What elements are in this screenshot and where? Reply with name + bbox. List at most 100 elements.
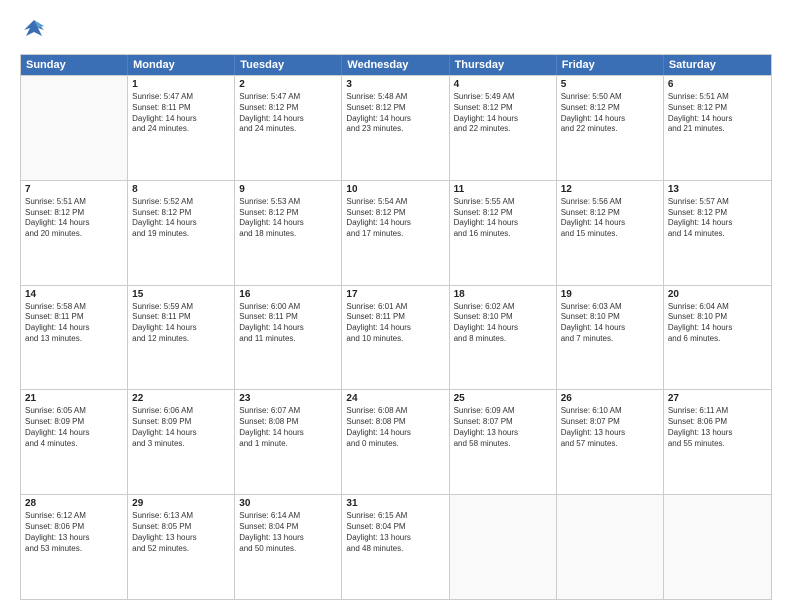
day-number: 6 [668,79,767,90]
cell-content: Sunrise: 5:51 AMSunset: 8:12 PMDaylight:… [668,92,767,135]
day-number: 4 [454,79,552,90]
day-cell-20: 20 Sunrise: 6:04 AMSunset: 8:10 PMDayligh… [664,286,771,390]
day-cell-9: 9Sunrise: 5:53 AMSunset: 8:12 PMDaylight… [235,181,342,285]
empty-cell [450,495,557,599]
cell-content: Sunrise: 6:10 AMSunset: 8:07 PMDaylight:… [561,406,659,449]
day-cell-18: 18 Sunrise: 6:02 AMSunset: 8:10 PMDayligh… [450,286,557,390]
day-number: 17 [346,289,444,300]
cell-content: Sunrise: 5:54 AMSunset: 8:12 PMDaylight:… [346,197,444,240]
day-cell-15: 15 Sunrise: 5:59 AMSunset: 8:11 PMDayligh… [128,286,235,390]
day-cell-23: 23 Sunrise: 6:07 AMSunset: 8:08 PMDayligh… [235,390,342,494]
day-cell-22: 22Sunrise: 6:06 AMSunset: 8:09 PMDayligh… [128,390,235,494]
week-row-4: 28 Sunrise: 6:12 AMSunset: 8:06 PMDayligh… [21,494,771,599]
day-number: 28 [25,498,123,509]
day-cell-28: 28 Sunrise: 6:12 AMSunset: 8:06 PMDayligh… [21,495,128,599]
cell-content: Sunrise: 6:11 AMSunset: 8:06 PMDaylight:… [668,406,767,449]
header-day-friday: Friday [557,55,664,75]
day-cell-2: 2Sunrise: 5:47 AMSunset: 8:12 PMDaylight… [235,76,342,180]
day-number: 20 [668,289,767,300]
day-cell-10: 10 Sunrise: 5:54 AMSunset: 8:12 PMDayligh… [342,181,449,285]
cell-content: Sunrise: 6:14 AMSunset: 8:04 PMDaylight:… [239,511,337,554]
day-number: 13 [668,184,767,195]
day-number: 31 [346,498,444,509]
day-number: 19 [561,289,659,300]
day-cell-1: 1Sunrise: 5:47 AMSunset: 8:11 PMDaylight… [128,76,235,180]
cell-content: Sunrise: 5:49 AMSunset: 8:12 PMDaylight:… [454,92,552,135]
cell-content: Sunrise: 5:58 AMSunset: 8:11 PMDaylight:… [25,302,123,345]
week-row-3: 21 Sunrise: 6:05 AMSunset: 8:09 PMDayligh… [21,389,771,494]
cell-content: Sunrise: 5:59 AMSunset: 8:11 PMDaylight:… [132,302,230,345]
day-number: 24 [346,393,444,404]
day-cell-21: 21 Sunrise: 6:05 AMSunset: 8:09 PMDayligh… [21,390,128,494]
day-number: 3 [346,79,444,90]
logo-icon [20,16,48,44]
week-row-2: 14 Sunrise: 5:58 AMSunset: 8:11 PMDayligh… [21,285,771,390]
cell-content: Sunrise: 5:47 AMSunset: 8:12 PMDaylight:… [239,92,337,135]
day-number: 10 [346,184,444,195]
day-number: 25 [454,393,552,404]
day-number: 16 [239,289,337,300]
day-number: 15 [132,289,230,300]
day-number: 5 [561,79,659,90]
header [20,16,772,44]
day-cell-6: 6 Sunrise: 5:51 AMSunset: 8:12 PMDaylight… [664,76,771,180]
cell-content: Sunrise: 6:02 AMSunset: 8:10 PMDaylight:… [454,302,552,345]
cell-content: Sunrise: 6:15 AMSunset: 8:04 PMDaylight:… [346,511,444,554]
cell-content: Sunrise: 5:55 AMSunset: 8:12 PMDaylight:… [454,197,552,240]
day-number: 27 [668,393,767,404]
calendar: SundayMondayTuesdayWednesdayThursdayFrid… [20,54,772,600]
calendar-body: 1Sunrise: 5:47 AMSunset: 8:11 PMDaylight… [21,75,771,599]
day-number: 1 [132,79,230,90]
day-cell-25: 25Sunrise: 6:09 AMSunset: 8:07 PMDayligh… [450,390,557,494]
cell-content: Sunrise: 5:48 AMSunset: 8:12 PMDaylight:… [346,92,444,135]
cell-content: Sunrise: 6:12 AMSunset: 8:06 PMDaylight:… [25,511,123,554]
cell-content: Sunrise: 6:04 AMSunset: 8:10 PMDaylight:… [668,302,767,345]
day-number: 12 [561,184,659,195]
day-cell-19: 19 Sunrise: 6:03 AMSunset: 8:10 PMDayligh… [557,286,664,390]
calendar-header: SundayMondayTuesdayWednesdayThursdayFrid… [21,55,771,75]
day-number: 29 [132,498,230,509]
day-cell-16: 16 Sunrise: 6:00 AMSunset: 8:11 PMDayligh… [235,286,342,390]
empty-cell [21,76,128,180]
day-number: 22 [132,393,230,404]
day-cell-3: 3 Sunrise: 5:48 AMSunset: 8:12 PMDaylight… [342,76,449,180]
day-number: 14 [25,289,123,300]
day-number: 23 [239,393,337,404]
cell-content: Sunrise: 6:00 AMSunset: 8:11 PMDaylight:… [239,302,337,345]
header-day-saturday: Saturday [664,55,771,75]
cell-content: Sunrise: 6:07 AMSunset: 8:08 PMDaylight:… [239,406,337,449]
day-number: 11 [454,184,552,195]
day-number: 18 [454,289,552,300]
cell-content: Sunrise: 6:13 AMSunset: 8:05 PMDaylight:… [132,511,230,554]
week-row-0: 1Sunrise: 5:47 AMSunset: 8:11 PMDaylight… [21,75,771,180]
cell-content: Sunrise: 6:05 AMSunset: 8:09 PMDaylight:… [25,406,123,449]
empty-cell [664,495,771,599]
cell-content: Sunrise: 6:08 AMSunset: 8:08 PMDaylight:… [346,406,444,449]
day-number: 8 [132,184,230,195]
logo [20,16,52,44]
cell-content: Sunrise: 6:01 AMSunset: 8:11 PMDaylight:… [346,302,444,345]
day-number: 30 [239,498,337,509]
cell-content: Sunrise: 5:51 AMSunset: 8:12 PMDaylight:… [25,197,123,240]
day-cell-31: 31 Sunrise: 6:15 AMSunset: 8:04 PMDayligh… [342,495,449,599]
day-number: 26 [561,393,659,404]
day-cell-24: 24 Sunrise: 6:08 AMSunset: 8:08 PMDayligh… [342,390,449,494]
day-number: 21 [25,393,123,404]
cell-content: Sunrise: 6:03 AMSunset: 8:10 PMDaylight:… [561,302,659,345]
day-cell-4: 4 Sunrise: 5:49 AMSunset: 8:12 PMDaylight… [450,76,557,180]
day-cell-17: 17 Sunrise: 6:01 AMSunset: 8:11 PMDayligh… [342,286,449,390]
cell-content: Sunrise: 5:57 AMSunset: 8:12 PMDaylight:… [668,197,767,240]
cell-content: Sunrise: 5:50 AMSunset: 8:12 PMDaylight:… [561,92,659,135]
header-day-tuesday: Tuesday [235,55,342,75]
header-day-wednesday: Wednesday [342,55,449,75]
empty-cell [557,495,664,599]
week-row-1: 7Sunrise: 5:51 AMSunset: 8:12 PMDaylight… [21,180,771,285]
day-cell-5: 5 Sunrise: 5:50 AMSunset: 8:12 PMDaylight… [557,76,664,180]
day-cell-7: 7Sunrise: 5:51 AMSunset: 8:12 PMDaylight… [21,181,128,285]
day-cell-14: 14 Sunrise: 5:58 AMSunset: 8:11 PMDayligh… [21,286,128,390]
day-cell-12: 12 Sunrise: 5:56 AMSunset: 8:12 PMDayligh… [557,181,664,285]
day-cell-26: 26 Sunrise: 6:10 AMSunset: 8:07 PMDayligh… [557,390,664,494]
day-cell-30: 30 Sunrise: 6:14 AMSunset: 8:04 PMDayligh… [235,495,342,599]
page: SundayMondayTuesdayWednesdayThursdayFrid… [0,0,792,612]
cell-content: Sunrise: 5:56 AMSunset: 8:12 PMDaylight:… [561,197,659,240]
